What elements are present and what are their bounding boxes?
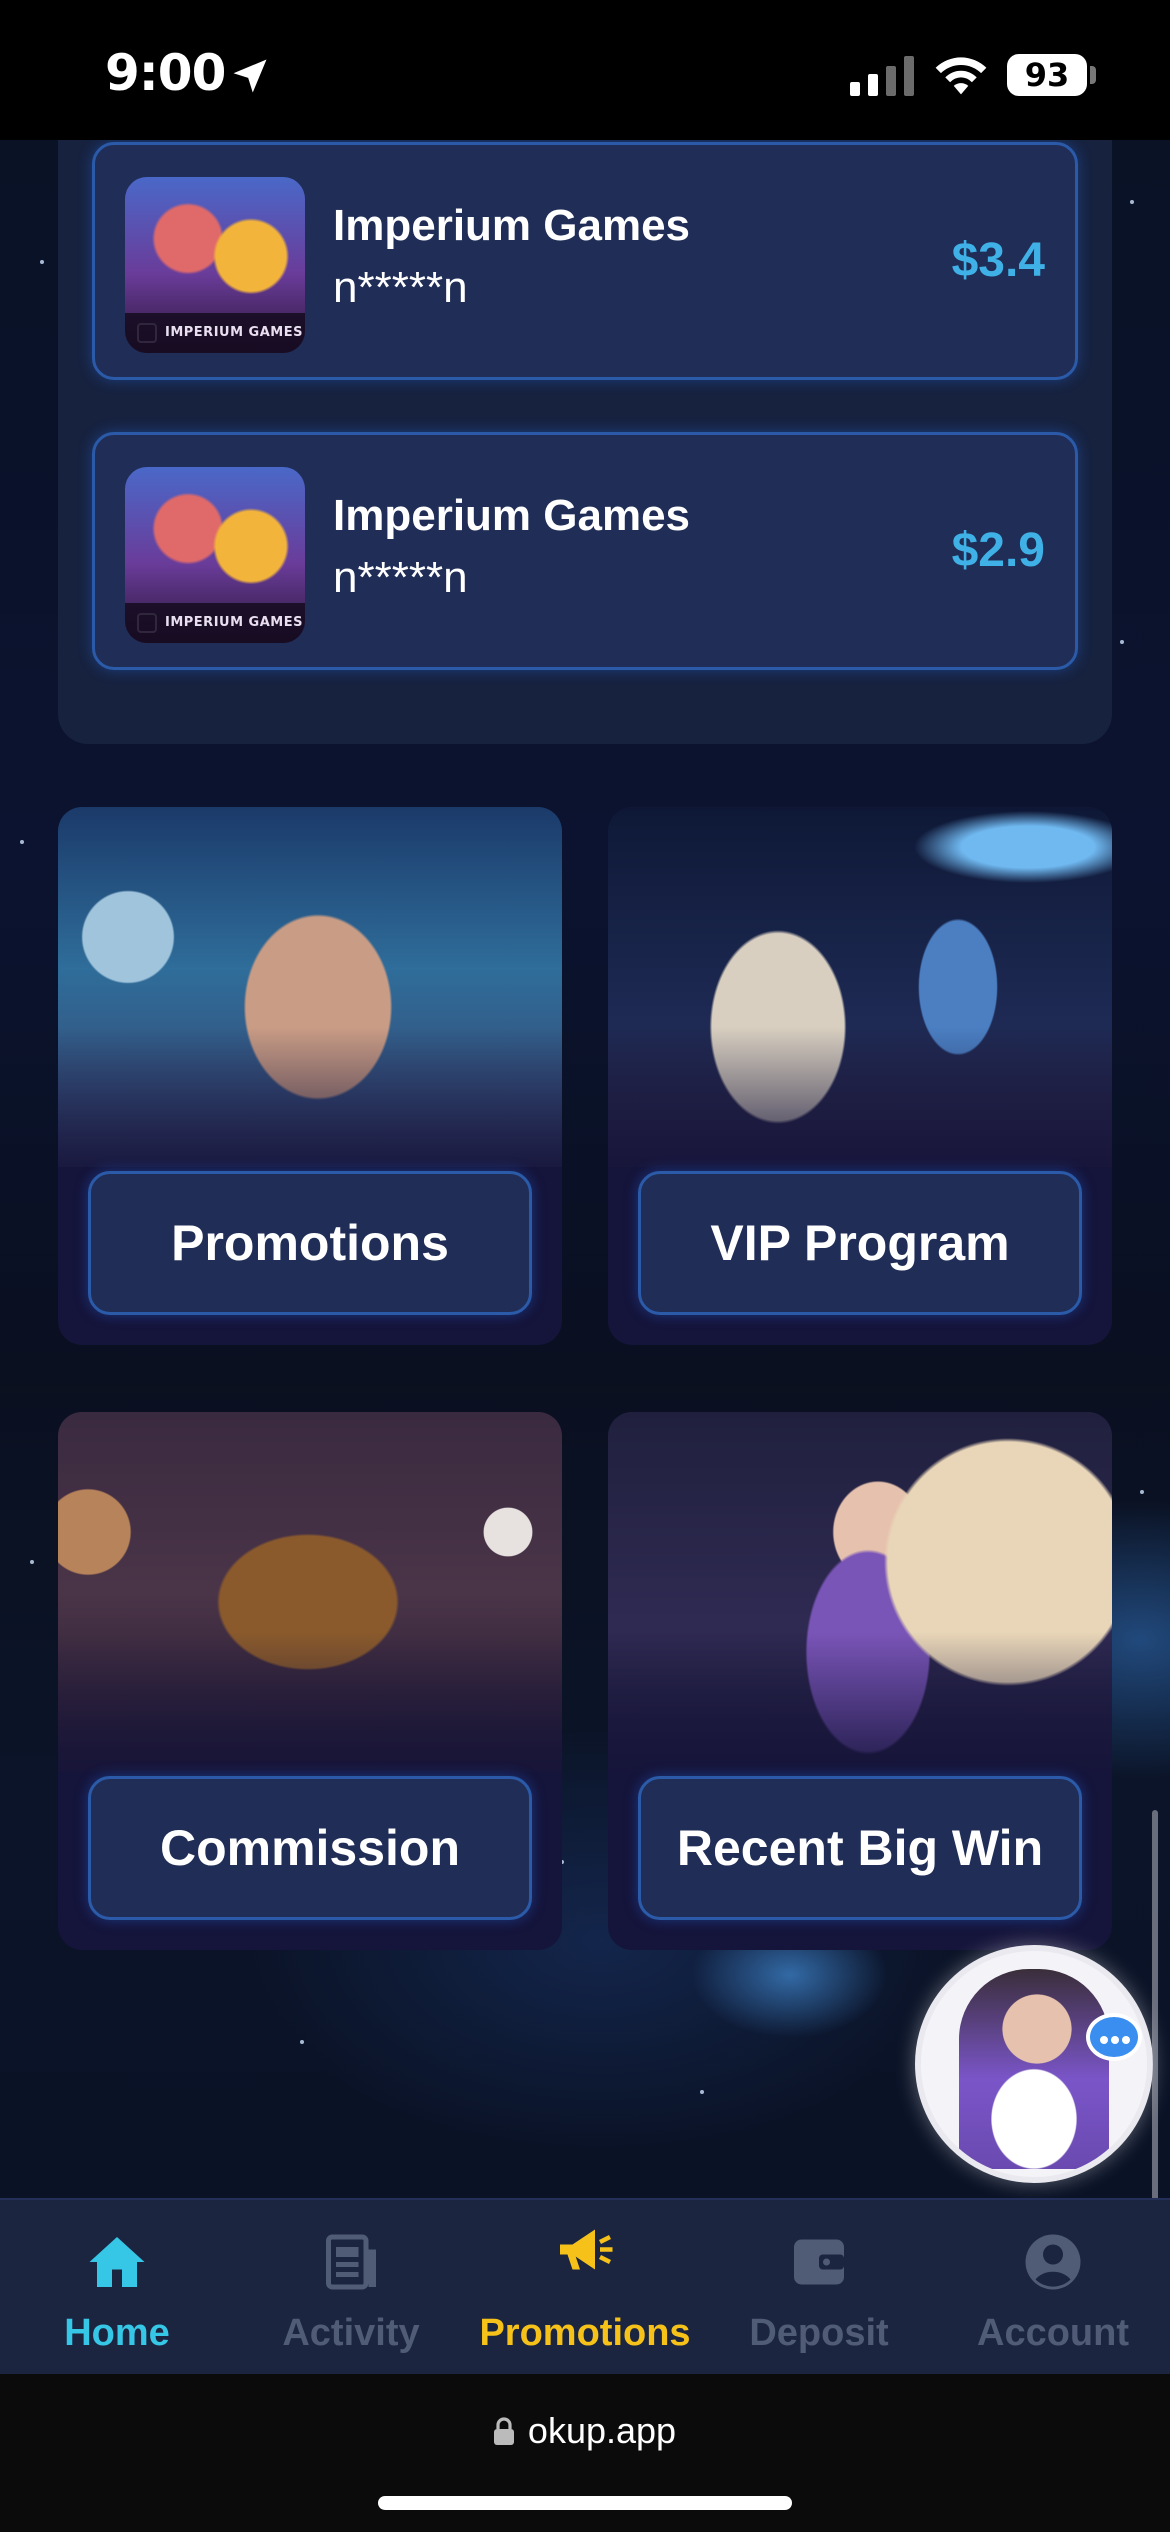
thumbnail-label: IMPERIUM GAMES <box>125 603 305 643</box>
nav-home[interactable]: Home <box>0 2200 234 2376</box>
win-amount: $2.9 <box>951 524 1045 577</box>
bottom-nav: Home Activity Promotions Deposit Account <box>0 2198 1170 2374</box>
lock-icon <box>493 2417 514 2445</box>
chat-bubble-icon <box>1086 2013 1142 2061</box>
main-content[interactable]: IMPERIUM GAMES Imperium Games n*****n $3… <box>0 140 1170 2198</box>
wifi-icon <box>935 57 987 95</box>
nav-activity[interactable]: Activity <box>234 2200 468 2376</box>
nav-promotions-label: Promotions <box>479 2312 691 2354</box>
promotions-tile[interactable]: Promotions <box>58 807 562 1345</box>
recent-big-win-button[interactable]: Recent Big Win <box>638 1776 1082 1920</box>
win-card[interactable]: IMPERIUM GAMES Imperium Games n*****n $2… <box>92 432 1078 670</box>
nav-deposit[interactable]: Deposit <box>702 2200 936 2376</box>
vip-program-button[interactable]: VIP Program <box>638 1171 1082 1315</box>
win-username: n*****n <box>333 263 468 312</box>
vip-program-tile[interactable]: VIP Program <box>608 807 1112 1345</box>
live-chat-button[interactable] <box>915 1945 1153 2183</box>
url-text: okup.app <box>527 2410 677 2451</box>
win-game-name: Imperium Games <box>333 491 691 540</box>
url-display[interactable]: okup.app <box>0 2410 1170 2452</box>
battery-tip <box>1090 66 1096 84</box>
win-game-name: Imperium Games <box>333 201 691 250</box>
wallet-icon <box>794 2239 844 2285</box>
megaphone-icon <box>560 2229 613 2270</box>
win-amount: $3.4 <box>951 234 1045 287</box>
chat-avatar <box>959 1969 1109 2169</box>
status-time: 9:00 <box>105 44 226 102</box>
nav-promotions[interactable]: Promotions <box>468 2200 702 2376</box>
win-card[interactable]: IMPERIUM GAMES Imperium Games n*****n $3… <box>92 142 1078 380</box>
nav-home-label: Home <box>64 2312 170 2354</box>
win-username: n*****n <box>333 553 468 602</box>
cellular-signal-icon <box>850 56 914 96</box>
nav-account[interactable]: Account <box>936 2200 1170 2376</box>
browser-address-bar[interactable]: okup.app <box>0 2374 1170 2532</box>
status-bar: 9:00 93 <box>0 0 1170 140</box>
nav-deposit-label: Deposit <box>749 2312 889 2354</box>
commission-button[interactable]: Commission <box>88 1776 532 1920</box>
document-icon <box>326 2234 376 2290</box>
recent-big-win-tile[interactable]: Recent Big Win <box>608 1412 1112 1950</box>
game-thumbnail: IMPERIUM GAMES <box>125 177 305 353</box>
user-icon <box>1025 2234 1081 2290</box>
nav-activity-label: Activity <box>282 2312 420 2354</box>
home-icon <box>89 2237 145 2287</box>
game-thumbnail: IMPERIUM GAMES <box>125 467 305 643</box>
nav-account-label: Account <box>977 2312 1129 2354</box>
battery-indicator: 93 <box>1007 54 1087 96</box>
thumbnail-label: IMPERIUM GAMES <box>125 313 305 353</box>
location-arrow-icon <box>233 59 267 93</box>
commission-tile[interactable]: Commission <box>58 1412 562 1950</box>
section-divider <box>0 1385 1170 1393</box>
home-indicator[interactable] <box>378 2496 792 2510</box>
promotions-button[interactable]: Promotions <box>88 1171 532 1315</box>
